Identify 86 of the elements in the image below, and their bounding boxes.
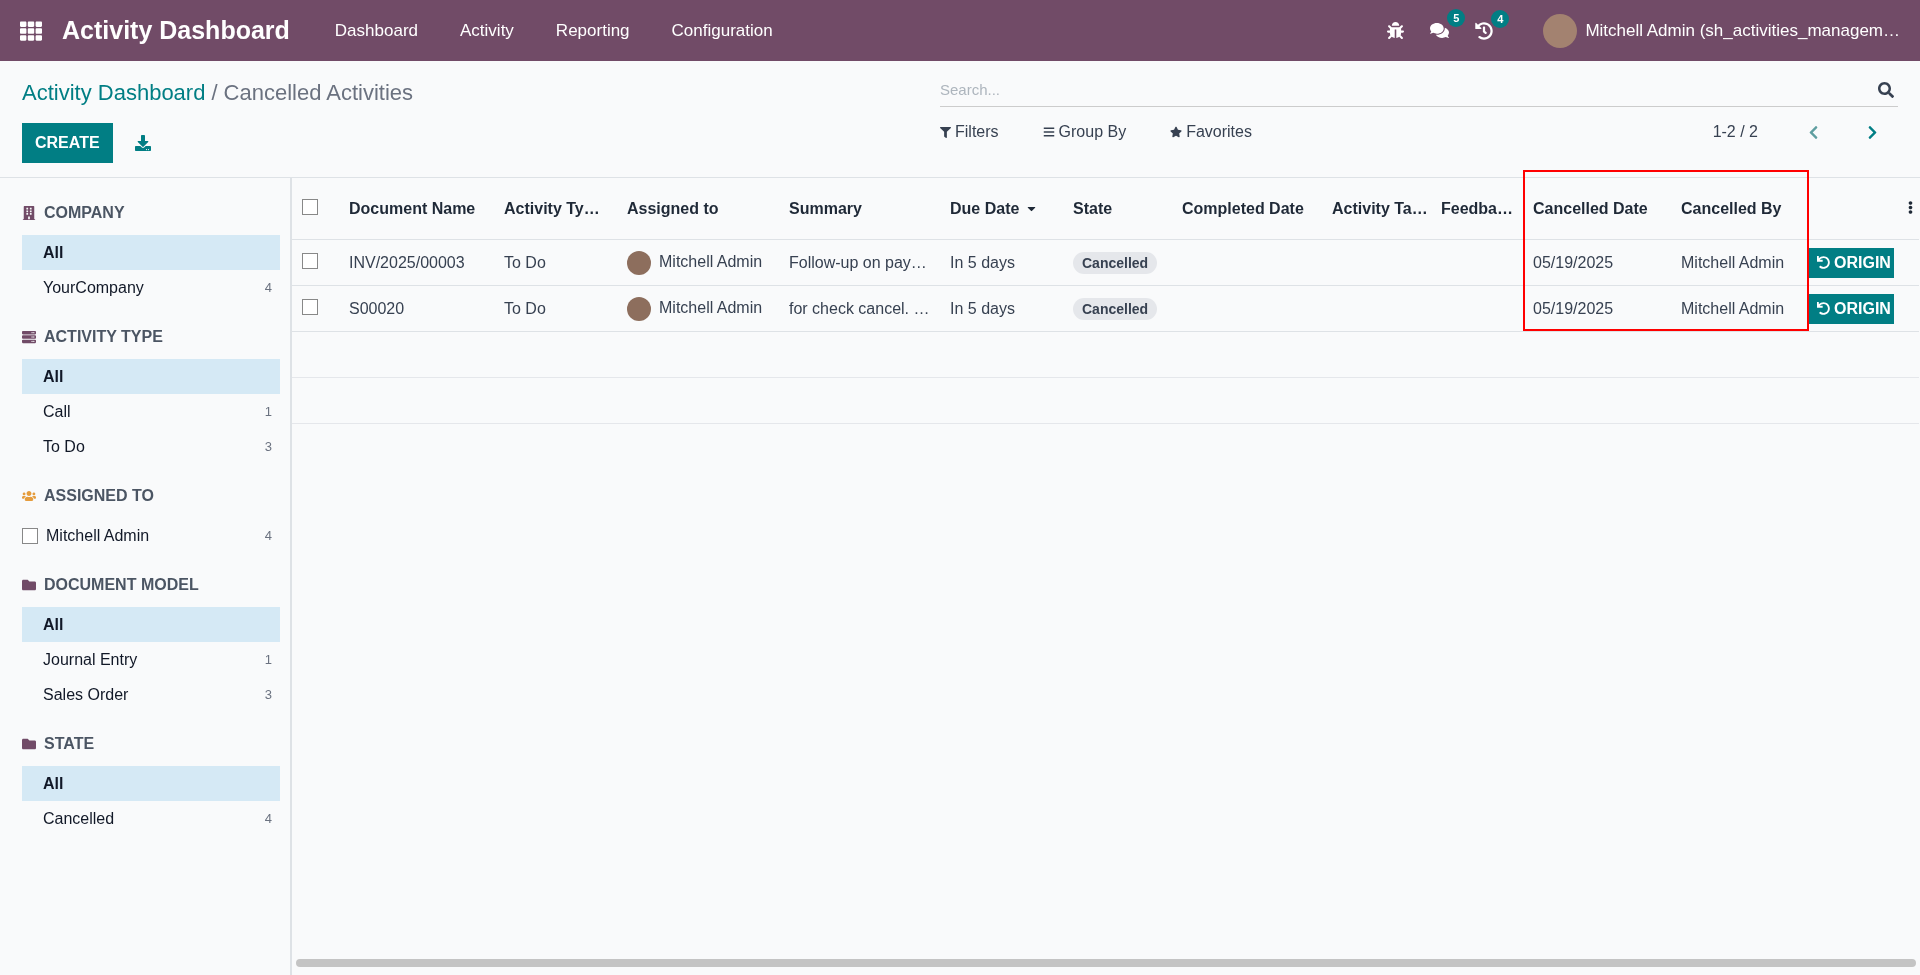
- column-header[interactable]: Due Date: [950, 199, 1039, 218]
- section-icon: [22, 489, 36, 503]
- column-header[interactable]: Cancelled Date: [1533, 199, 1648, 218]
- row-checkbox[interactable]: [302, 252, 318, 269]
- breadcrumb-separator: /: [211, 80, 218, 106]
- section-title: COMPANY: [44, 204, 125, 222]
- table-cell: INV/2025/00003: [339, 239, 494, 286]
- section-title: ACTIVITY TYPE: [44, 328, 163, 346]
- table-cell: S00020: [339, 285, 494, 332]
- table-cell: 05/19/2025: [1523, 285, 1671, 332]
- search-field[interactable]: Search...: [940, 73, 1898, 107]
- select-all-checkbox[interactable]: [302, 198, 318, 215]
- pager-value: 1-2 / 2: [1712, 123, 1758, 141]
- search-option-button[interactable]: Group By: [1042, 123, 1127, 141]
- filter-label[interactable]: Mitchell Admin: [46, 526, 257, 545]
- sidebar-item[interactable]: Call 1: [22, 394, 280, 429]
- search-icon[interactable]: [1878, 82, 1894, 98]
- download-icon[interactable]: [134, 135, 151, 151]
- sidebar-item[interactable]: All: [22, 607, 280, 642]
- column-header[interactable]: Activity Ty…: [504, 199, 600, 218]
- table-cell: To Do: [494, 285, 617, 332]
- column-header[interactable]: State: [1073, 199, 1113, 218]
- menu-item[interactable]: Dashboard: [313, 20, 439, 41]
- column-header[interactable]: Assigned to: [627, 199, 719, 218]
- app-title: Activity Dashboard: [62, 16, 290, 45]
- create-button[interactable]: CREATE: [22, 123, 113, 163]
- table-cell: To Do: [494, 239, 617, 286]
- horizontal-scrollbar[interactable]: [296, 959, 1916, 967]
- group-icon: [1042, 126, 1055, 138]
- menu-item[interactable]: Reporting: [534, 20, 651, 41]
- sidebar-item[interactable]: Cancelled 4: [22, 801, 280, 836]
- section-icon: [22, 578, 36, 592]
- favorite-icon: [1170, 126, 1183, 138]
- undo-icon: [1817, 256, 1830, 269]
- search-option-button[interactable]: Filters: [940, 123, 999, 141]
- assignee-name: Mitchell Admin: [659, 298, 763, 316]
- column-header[interactable]: Completed Date: [1182, 199, 1304, 218]
- checkbox[interactable]: [22, 527, 38, 544]
- assignee-name: Mitchell Admin: [659, 252, 763, 270]
- table-cell: In 5 days: [940, 285, 1063, 332]
- column-header[interactable]: Summary: [789, 199, 862, 218]
- undo-icon: [1817, 302, 1830, 315]
- section-title: DOCUMENT MODEL: [44, 576, 199, 594]
- state-badge: Cancelled: [1073, 251, 1158, 274]
- origin-button[interactable]: ORIGIN: [1809, 247, 1894, 278]
- section-icon: [22, 330, 36, 344]
- menu-item[interactable]: Activity: [439, 20, 535, 41]
- section-title: STATE: [44, 735, 95, 753]
- sidebar-item[interactable]: To Do 3: [22, 429, 280, 464]
- section-title: ASSIGNED TO: [44, 487, 154, 505]
- table-cell: Mitchell Admin: [1671, 285, 1805, 332]
- section-icon: [22, 737, 36, 751]
- clock-icon[interactable]: [1475, 21, 1494, 40]
- table-cell: for check cancel. …: [779, 285, 940, 332]
- sidebar-item[interactable]: All: [22, 766, 280, 801]
- state-badge: Cancelled: [1073, 297, 1158, 320]
- avatar: [627, 296, 651, 321]
- sidebar-item[interactable]: All: [22, 235, 280, 270]
- breadcrumb-link[interactable]: Activity Dashboard: [22, 80, 206, 106]
- filter-icon: [940, 126, 951, 138]
- row-checkbox[interactable]: [302, 298, 318, 315]
- menu-item[interactable]: Configuration: [650, 20, 794, 41]
- column-header[interactable]: Feedba…: [1441, 199, 1513, 218]
- chat-icon[interactable]: [1430, 21, 1450, 40]
- breadcrumb-current: Cancelled Activities: [223, 80, 414, 106]
- apps-menu-icon[interactable]: [20, 19, 42, 42]
- message-count-badge: 5: [1447, 9, 1466, 27]
- column-header[interactable]: Document Name: [349, 199, 476, 218]
- column-header[interactable]: Activity Ta…: [1332, 199, 1428, 218]
- user-name[interactable]: Mitchell Admin (sh_activities_managem…: [1585, 20, 1900, 41]
- sidebar-item[interactable]: YourCompany 4: [22, 270, 280, 305]
- section-icon: [22, 206, 36, 220]
- table-cell: Follow-up on pay…: [779, 239, 940, 286]
- item-count: 4: [264, 528, 272, 543]
- sidebar-item[interactable]: Sales Order 3: [22, 677, 280, 712]
- table-cell: 05/19/2025: [1523, 239, 1671, 286]
- table-cell: In 5 days: [940, 239, 1063, 286]
- sidebar-item[interactable]: Journal Entry 1: [22, 642, 280, 677]
- bug-icon[interactable]: [1387, 22, 1405, 39]
- origin-button[interactable]: ORIGIN: [1809, 293, 1894, 324]
- avatar: [627, 250, 651, 275]
- column-header[interactable]: Cancelled By: [1681, 199, 1782, 218]
- activity-count-badge: 4: [1491, 9, 1510, 28]
- search-option-button[interactable]: Favorites: [1170, 123, 1252, 141]
- table-cell: Mitchell Admin: [1671, 239, 1805, 286]
- sidebar-item[interactable]: All: [22, 359, 280, 394]
